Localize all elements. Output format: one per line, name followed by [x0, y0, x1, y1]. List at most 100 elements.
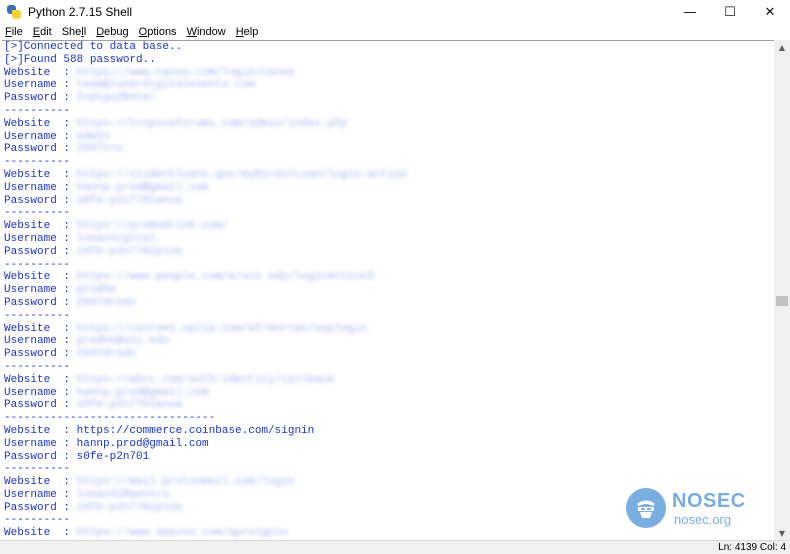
credential-website-line: Website : https://promodrink.com/	[2, 220, 774, 233]
credential-website-line: Website : https://tropicoforums.com/admi…	[2, 118, 774, 131]
window-controls: — ☐ ✕	[670, 0, 790, 24]
field-label: Username :	[4, 130, 77, 143]
field-label: Website :	[4, 373, 77, 386]
credential-website-line: Website : https://www.canva.com/login/ca…	[2, 67, 774, 80]
field-value: prodhe	[76, 284, 117, 297]
field-label: Password :	[4, 245, 77, 258]
field-value: 2047drodx	[76, 348, 137, 361]
field-value: s0fe-p2n7701pine	[76, 501, 183, 514]
field-value: hannp.prod@gmail.com	[76, 437, 209, 450]
credential-username-line: Username : prodhe	[2, 284, 774, 297]
credential-website-line: Website : https://www.people.com/a/uni.e…	[2, 271, 774, 284]
field-value: 2047tro	[76, 143, 123, 156]
field-value: https://mail.protonmail.com/login	[76, 476, 295, 489]
field-value: s0fe-p2n7701anua	[76, 399, 183, 412]
field-label: Username :	[4, 335, 77, 348]
cursor-position: Ln: 4139 Col: 4	[718, 542, 786, 553]
field-label: Username :	[4, 488, 77, 501]
field-value: https://www.people.com/a/uni.edu/loginAc…	[76, 271, 374, 284]
field-label: Password :	[4, 194, 77, 207]
menu-item[interactable]: Debug	[91, 26, 133, 38]
field-label: Website :	[4, 117, 77, 130]
menu-item[interactable]: Shell	[57, 26, 91, 38]
credential-password-line: Password : s0fe-p2n7701pine	[2, 246, 774, 259]
field-label: Password :	[4, 399, 77, 412]
record-separator: ----------	[4, 463, 71, 476]
credential-username-line: Username : hannp.prod@gmail.com	[2, 387, 774, 400]
field-value: prodhe@uni.edu	[76, 335, 170, 348]
credential-website-line: Website : https://courses.uplia.com/ef/m…	[2, 323, 774, 336]
record-separator: ----------	[4, 360, 71, 373]
record-separator: ----------	[4, 207, 71, 220]
field-label: Website :	[4, 168, 77, 181]
window-title: Python 2.7.15 Shell	[28, 5, 133, 19]
shell-header-line: [>]Found 588 password..	[4, 53, 156, 66]
field-value: lunardiMaestro	[76, 488, 170, 501]
field-value: hannp.prod@gmail.com	[76, 386, 209, 399]
field-value: https://promodrink.com/	[76, 220, 229, 233]
record-separator: ----------	[4, 104, 71, 117]
menu-item[interactable]: Window	[182, 26, 231, 38]
field-label: Password :	[4, 296, 77, 309]
menu-bar: File Edit Shell Debug Options Window Help	[0, 24, 790, 40]
field-label: Username :	[4, 232, 77, 245]
scroll-down-arrow-icon[interactable]: ▼	[774, 526, 790, 540]
field-label: Password :	[4, 450, 77, 463]
menu-item[interactable]: File	[0, 26, 28, 38]
scrollbar-thumb[interactable]	[776, 296, 788, 306]
field-label: Website :	[4, 424, 77, 437]
title-bar: Python 2.7.15 Shell — ☐ ✕	[0, 0, 790, 24]
close-button[interactable]: ✕	[750, 0, 790, 24]
field-value: s0fe-p2n701	[76, 450, 150, 463]
credential-website-line: Website : https://www.amazon.com/ap/sign…	[2, 527, 774, 540]
menu-item[interactable]: Help	[231, 26, 264, 38]
field-value: admin	[76, 130, 110, 143]
field-value: https://tropicoforums.com/admin/index.ph…	[76, 117, 348, 130]
credential-username-line: Username : hannp.prod@gmail.com	[2, 182, 774, 195]
credential-website-line: Website : https://abcc.com/auth/identity…	[2, 374, 774, 387]
field-label: Password :	[4, 143, 77, 156]
menu-item[interactable]: Options	[134, 26, 182, 38]
shell-header-line: [>]Connected to data base..	[4, 41, 183, 53]
record-separator: ----------	[4, 258, 71, 271]
shell-output[interactable]: [>]Connected to data base.. [>]Found 588 …	[2, 40, 774, 540]
field-value: https://courses.uplia.com/ef/morten/ovpl…	[76, 322, 368, 335]
credential-password-line: Password : 2047drodx	[2, 348, 774, 361]
credential-website-line: Website : https://mail.protonmail.com/lo…	[2, 476, 774, 489]
minimize-button[interactable]: —	[670, 0, 710, 24]
credential-password-line: Password : 2047tro	[2, 143, 774, 156]
credential-website-line: Website : https://commerce.coinbase.com/…	[2, 425, 774, 438]
credential-password-line: Password : s0fe-p2n701	[2, 451, 774, 464]
scroll-up-arrow-icon[interactable]: ▲	[774, 40, 790, 54]
field-label: Website :	[4, 527, 77, 540]
credential-password-line: Password : 2047drodx	[2, 297, 774, 310]
field-label: Username :	[4, 284, 77, 297]
field-value: Indigo2B4te!	[76, 92, 156, 105]
field-value: https://commerce.coinbase.com/signin	[76, 424, 315, 437]
field-value: s0fe-p2n7701pine	[76, 245, 183, 258]
credential-website-line: Website : https://studentloans.gov/myDir…	[2, 169, 774, 182]
credential-username-line: Username : lunardigital	[2, 233, 774, 246]
field-value: https://www.amazon.com/ap/signin	[76, 527, 288, 540]
field-label: Username :	[4, 386, 77, 399]
field-value: lunardigital	[76, 232, 156, 245]
field-value: team@lunardigitalevents.com	[76, 79, 255, 92]
credential-password-line: Password : s0fe-p2n7701anua	[2, 195, 774, 208]
credential-username-line: Username : team@lunardigitalevents.com	[2, 79, 774, 92]
credential-username-line: Username : hannp.prod@gmail.com	[2, 438, 774, 451]
record-separator: ----------	[4, 156, 71, 169]
maximize-button[interactable]: ☐	[710, 0, 750, 24]
field-value: https://abcc.com/auth/identity/callback	[76, 373, 335, 386]
vertical-scrollbar[interactable]: ▲ ▼	[774, 40, 790, 540]
credential-password-line: Password : s0fe-p2n7701anua	[2, 399, 774, 412]
field-value: 2047drodx	[76, 296, 137, 309]
status-bar: Ln: 4139 Col: 4	[0, 540, 790, 554]
field-label: Password :	[4, 501, 77, 514]
field-label: Username :	[4, 181, 77, 194]
field-value: https://studentloans.gov/myDirectLoan/lo…	[76, 168, 407, 181]
field-label: Website :	[4, 322, 77, 335]
menu-item[interactable]: Edit	[28, 26, 57, 38]
credential-username-line: Username : admin	[2, 131, 774, 144]
watermark: NOSEC nosec.org	[626, 488, 746, 528]
field-label: Website :	[4, 476, 77, 489]
